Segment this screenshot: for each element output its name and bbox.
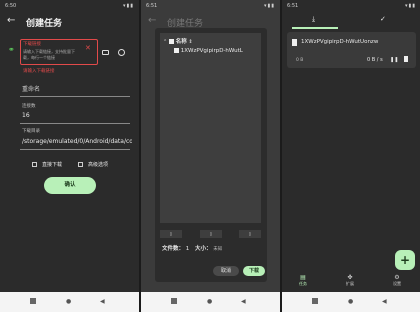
advanced-options-label: 高级选项 (88, 162, 109, 168)
nav-settings[interactable]: ⚙ 设置 (382, 274, 412, 287)
file-select-dialog: ⌃ 名称 ⇕ 1XWzPVgipirpD-hWutL ▯ ▯ ▯ 文件数： 1 … (155, 28, 267, 282)
nav-recents-icon[interactable] (171, 298, 177, 306)
link-error-text: 请输入下载链接 (23, 69, 55, 74)
tab-completed-icon[interactable]: ✓ (380, 15, 386, 23)
status-bar: 6:51 ▾▮▮ (141, 0, 280, 12)
system-nav-bar: ● ◀ (141, 292, 280, 312)
download-button[interactable]: 下载 (243, 266, 265, 276)
nav-tasks[interactable]: ▤ 任务 (288, 274, 318, 287)
task-card[interactable]: 1XWzPVgipirpD-hWutUonzw 0 B 0 B / s ❚❚ (287, 32, 416, 68)
direct-download-label: 直接下载 (42, 162, 63, 168)
status-icons: ▾▮▮ (122, 3, 134, 9)
create-task-screen: 6:50 ▾▮▮ ← 创建任务 ⚭ 下载链接 请输入下载链接，支持批量下载，每行… (0, 0, 139, 312)
threads-input[interactable]: 16 (22, 112, 30, 119)
size-label: 大小： (195, 246, 212, 252)
nav-extensions[interactable]: ✤ 扩展 (335, 274, 365, 287)
nav-extensions-label: 扩展 (346, 281, 354, 286)
gear-icon: ⚙ (394, 274, 400, 281)
nav-home-icon[interactable]: ● (207, 298, 212, 305)
task-speed: 0 B / s (367, 57, 383, 63)
puzzle-icon: ✤ (347, 274, 353, 281)
direct-download-checkbox[interactable] (32, 162, 37, 167)
nav-recents-icon[interactable] (30, 298, 36, 306)
delete-icon[interactable] (404, 56, 408, 62)
system-nav-bar: ● ◀ (0, 292, 139, 312)
threads-label: 连接数 (22, 104, 36, 109)
file-row[interactable]: 1XWzPVgipirpD-hWutL (174, 48, 260, 54)
confirm-button[interactable]: 确认 (44, 177, 96, 194)
cancel-button[interactable]: 取消 (213, 266, 239, 276)
page-title: 创建任务 (26, 19, 63, 29)
pause-icon[interactable]: ❚❚ (390, 57, 398, 63)
directory-input[interactable]: /storage/emulated/0/Android/data/co (22, 138, 132, 145)
link-field-placeholder: 请输入下载链接，支持批量下载，每行一个链接 (23, 49, 75, 60)
rename-underline (20, 96, 130, 97)
directory-underline (20, 149, 130, 150)
status-time: 6:51 (287, 3, 299, 9)
clear-icon[interactable]: ✕ (85, 44, 91, 52)
task-list-screen: 6:51 ▾▮▮ ⤓ ✓ 1XWzPVgipirpD-hWutUonzw 0 B… (282, 0, 420, 312)
sort-name-label[interactable]: 名称 (176, 39, 187, 45)
status-time: 6:50 (5, 3, 17, 9)
tree-header: ⌃ 名称 ⇕ (163, 37, 193, 45)
file-checkbox[interactable] (174, 48, 179, 53)
status-bar: 6:50 ▾▮▮ (0, 0, 139, 12)
nav-back-icon[interactable]: ◀ (382, 298, 387, 305)
back-arrow-icon: ← (148, 15, 157, 26)
select-all-files-button[interactable]: ▯ (160, 230, 182, 238)
select-all-checkbox[interactable] (168, 39, 174, 44)
advanced-options-checkbox[interactable] (78, 162, 83, 167)
active-tab-indicator (292, 27, 338, 29)
system-nav-bar: ● ◀ (282, 292, 420, 312)
file-count-label: 文件数： (162, 246, 185, 252)
file-summary: 文件数： 1 大小： 未知 (162, 244, 222, 252)
nav-back-icon[interactable]: ◀ (100, 298, 105, 305)
directory-label: 下载目录 (22, 129, 40, 134)
invert-selection-button[interactable]: ▯ (200, 230, 222, 238)
nav-back-icon[interactable]: ◀ (241, 298, 246, 305)
link-field-label: 下载链接 (23, 42, 41, 47)
file-tree: ⌃ 名称 ⇕ 1XWzPVgipirpD-hWutL (160, 33, 261, 223)
collapse-icon[interactable]: ⌃ (163, 39, 167, 45)
status-icons: ▾▮▮ (263, 3, 275, 9)
deselect-files-button[interactable]: ▯ (239, 230, 261, 238)
add-task-button[interactable]: + (395, 250, 415, 270)
status-icons: ▾▮▮ (404, 3, 416, 9)
sort-icon[interactable]: ⇕ (188, 39, 192, 45)
nav-recents-icon[interactable] (312, 298, 318, 306)
history-icon[interactable] (118, 49, 125, 56)
threads-underline (20, 123, 130, 124)
status-bar: 6:51 ▾▮▮ (282, 0, 420, 12)
bottom-navigation: ▤ 任务 ✤ 扩展 ⚙ 设置 (282, 274, 420, 292)
nav-home-icon[interactable]: ● (348, 298, 353, 305)
nav-tasks-label: 任务 (299, 281, 307, 286)
nav-home-icon[interactable]: ● (66, 298, 71, 305)
size-value: 未知 (213, 247, 223, 252)
file-name: 1XWzPVgipirpD-hWutL (180, 48, 243, 54)
task-name: 1XWzPVgipirpD-hWutUonzw (301, 39, 379, 45)
file-icon (292, 39, 297, 46)
link-icon: ⚭ (8, 45, 15, 54)
task-tabs: ⤓ ✓ (282, 12, 420, 30)
file-count-value: 1 (185, 246, 190, 252)
app-bar: ← 创建任务 (0, 12, 139, 32)
tab-downloading-icon[interactable]: ⤓ (312, 15, 315, 24)
status-time: 6:51 (146, 3, 158, 9)
nav-settings-label: 设置 (393, 281, 401, 286)
rename-input[interactable]: 重命名 (22, 84, 40, 93)
back-arrow-icon[interactable]: ← (7, 15, 15, 26)
file-select-screen: 6:51 ▾▮▮ ← 创建任务 ⌃ 名称 ⇕ 1XWzPVgipirpD-hWu… (141, 0, 280, 312)
tasks-icon: ▤ (300, 274, 306, 281)
folder-icon[interactable] (102, 50, 109, 55)
task-size: 0 B (296, 58, 304, 63)
